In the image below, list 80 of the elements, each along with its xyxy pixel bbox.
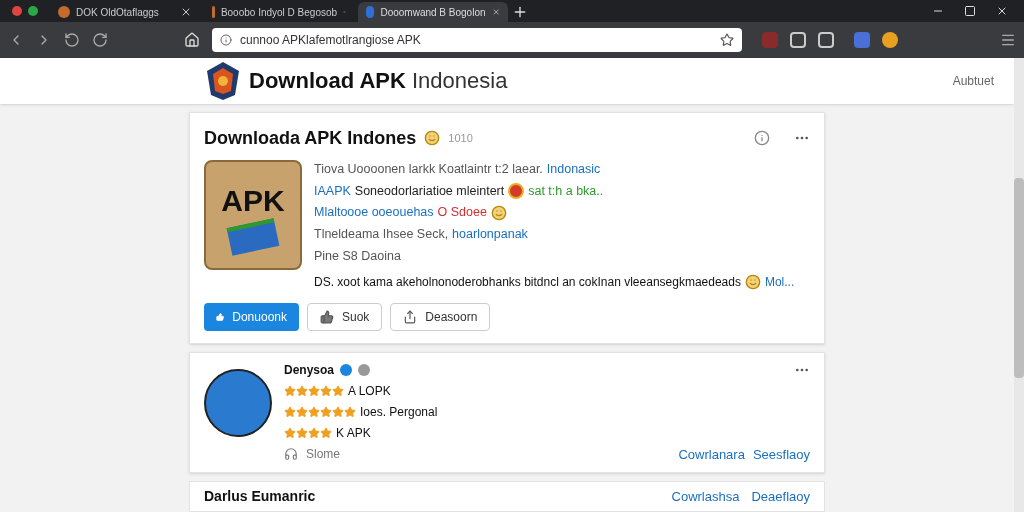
tab-title: Dooomwand B Bogolon <box>380 5 486 20</box>
headphones-icon <box>284 447 298 462</box>
verified-icon <box>340 363 353 376</box>
reviewer-name: Denysoa <box>284 361 335 379</box>
home-icon[interactable] <box>184 32 200 48</box>
scrollbar[interactable] <box>1014 58 1024 512</box>
description-text: Tiova Uoooonen larkk Koatlaintr t:2 laear. <box>314 160 543 178</box>
thumbs-up-icon <box>320 309 334 324</box>
badge-icon <box>358 363 371 376</box>
menu-icon[interactable] <box>1000 32 1016 48</box>
action-button[interactable]: Donuoonk <box>204 302 299 331</box>
star-icon <box>296 426 308 439</box>
smiley-icon <box>744 273 761 290</box>
star-icon <box>320 426 332 439</box>
description-text: Indonasic <box>546 160 601 178</box>
card-link[interactable]: Cowrlashsa <box>671 486 740 507</box>
extension-icon[interactable] <box>818 32 834 48</box>
star-icon <box>332 384 344 397</box>
action-button[interactable]: Deasoorn <box>390 302 491 331</box>
tab-title: DOK OldOtaflaggs <box>76 5 160 20</box>
star-icon <box>296 384 308 397</box>
address-text: cunnoo APKlafemotlrangiose APK <box>240 32 422 49</box>
tab-favicon-icon <box>212 6 215 18</box>
star-icon <box>308 384 320 397</box>
summary-text: DS. xoot kama akeholnonoderobhanks bitdncl an cokInan vleeansegkmaedeads <box>314 273 741 291</box>
card-title: Darlus Eumanric <box>204 487 316 506</box>
footer-link[interactable]: Cowrlanara <box>678 444 745 464</box>
description-text: Mlaltoooe ooeouehas <box>314 204 434 222</box>
star-icon <box>332 405 344 418</box>
site-title: Download APK Indonesia <box>249 67 508 96</box>
star-icon <box>320 405 332 418</box>
star-icon <box>284 426 296 439</box>
description-text: Pine S8 Daoina <box>314 247 401 265</box>
star-icon <box>284 384 296 397</box>
footer-text: Slome <box>306 446 340 464</box>
rating-text: K APK <box>336 424 371 442</box>
profile-avatar-icon[interactable] <box>882 32 898 48</box>
close-icon[interactable] <box>180 6 192 18</box>
description-text: hoarlonpanak <box>452 226 528 243</box>
star-icon <box>320 384 332 397</box>
extension-icon[interactable] <box>790 32 806 48</box>
card-link[interactable]: Deaeflaoy <box>751 486 810 507</box>
more-link[interactable]: Mol... <box>764 272 795 291</box>
tab-favicon-icon <box>58 6 70 18</box>
tab-title: Booobo Indyol D Begosob <box>220 5 338 20</box>
undo-icon[interactable] <box>64 32 80 48</box>
new-tab-icon[interactable] <box>512 4 528 20</box>
tab-favicon-icon <box>366 6 375 18</box>
smiley-icon <box>490 204 507 221</box>
close-icon[interactable] <box>996 5 1008 17</box>
star-icon <box>308 405 320 418</box>
description-text: O Sdoee <box>437 204 487 222</box>
description-text: Soneodorlariatioe mleintert <box>354 182 505 200</box>
description-text: Tlneldeama Ihsee Seck, <box>314 226 449 243</box>
description-text: sat t:h a bka.. <box>528 182 604 200</box>
nav-link[interactable]: Aubtuet <box>952 71 994 90</box>
info-icon[interactable] <box>754 130 770 147</box>
address-bar[interactable]: cunnoo APKlafemotlrangiose APK <box>212 28 742 52</box>
info-icon <box>220 34 232 46</box>
action-button[interactable]: Suok <box>307 302 383 331</box>
star-icon <box>308 426 320 439</box>
rating-text: Ioes. Pergonal <box>360 403 438 421</box>
rating-text: A LOPK <box>348 382 391 400</box>
star-icon <box>344 405 356 418</box>
maximize-icon[interactable] <box>964 5 976 17</box>
share-icon <box>403 309 418 324</box>
alert-emoji-icon <box>508 182 525 199</box>
bookmark-star-icon[interactable] <box>720 33 734 47</box>
star-icon <box>284 405 296 418</box>
shield-logo-icon <box>205 60 241 101</box>
app-icon-label: APK <box>221 183 285 220</box>
browser-tab[interactable]: Dooomwand B Bogolon <box>358 2 508 22</box>
post-title: Downloada APK Indones <box>204 126 417 150</box>
smiley-icon <box>424 130 441 147</box>
footer-link[interactable]: Seesflaoy <box>752 444 810 464</box>
description-text: IAAPK <box>314 182 351 200</box>
reload-icon[interactable] <box>92 32 108 48</box>
star-icon <box>296 405 308 418</box>
post-meta: 1010 <box>448 131 473 146</box>
scrollbar-thumb[interactable] <box>1014 178 1024 378</box>
